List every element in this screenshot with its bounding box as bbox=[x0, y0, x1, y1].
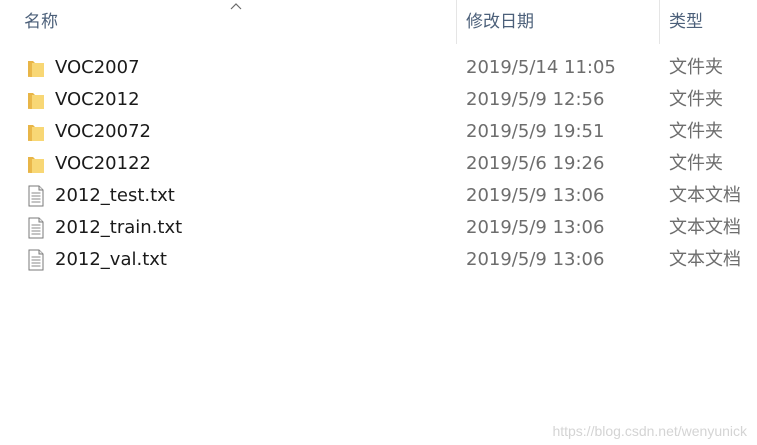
file-row[interactable]: 2012_train.txt 2019/5/9 13:06 文本文档 bbox=[0, 212, 757, 244]
watermark: https://blog.csdn.net/wenyunick bbox=[552, 423, 747, 439]
folder-icon bbox=[26, 153, 46, 175]
file-date: 2019/5/9 13:06 bbox=[466, 217, 605, 238]
file-name: 2012_train.txt bbox=[55, 217, 183, 238]
file-date: 2019/5/9 13:06 bbox=[466, 185, 605, 206]
file-type: 文本文档 bbox=[669, 185, 741, 206]
file-row[interactable]: VOC20072 2019/5/9 19:51 文件夹 bbox=[0, 116, 757, 148]
file-type: 文件夹 bbox=[669, 121, 723, 142]
column-header-date[interactable]: 修改日期 bbox=[456, 0, 659, 44]
folder-icon bbox=[26, 89, 46, 111]
folder-icon bbox=[26, 121, 46, 143]
column-header-name[interactable]: 名称 bbox=[0, 0, 456, 44]
file-date: 2019/5/6 19:26 bbox=[466, 153, 605, 174]
file-type: 文件夹 bbox=[669, 89, 723, 110]
text-file-icon bbox=[26, 185, 46, 207]
text-file-icon bbox=[26, 249, 46, 271]
file-row[interactable]: VOC20122 2019/5/6 19:26 文件夹 bbox=[0, 148, 757, 180]
file-date: 2019/5/9 13:06 bbox=[466, 249, 605, 270]
text-file-icon bbox=[26, 217, 46, 239]
file-name: VOC20122 bbox=[55, 153, 151, 174]
column-header-bar: 名称 修改日期 类型 bbox=[0, 0, 757, 44]
file-row[interactable]: VOC2012 2019/5/9 12:56 文件夹 bbox=[0, 84, 757, 116]
file-date: 2019/5/9 19:51 bbox=[466, 121, 605, 142]
file-list: VOC2007 2019/5/14 11:05 文件夹 VOC2012 2019… bbox=[0, 52, 757, 276]
file-row[interactable]: 2012_test.txt 2019/5/9 13:06 文本文档 bbox=[0, 180, 757, 212]
file-type: 文件夹 bbox=[669, 153, 723, 174]
folder-icon bbox=[26, 57, 46, 79]
file-name: VOC20072 bbox=[55, 121, 151, 142]
file-type: 文本文档 bbox=[669, 249, 741, 270]
file-name: VOC2007 bbox=[55, 57, 140, 78]
chevron-up-icon bbox=[230, 3, 242, 10]
file-name: 2012_val.txt bbox=[55, 249, 167, 270]
file-type: 文件夹 bbox=[669, 57, 723, 78]
file-date: 2019/5/14 11:05 bbox=[466, 57, 616, 78]
column-header-type[interactable]: 类型 bbox=[659, 0, 757, 44]
file-row[interactable]: VOC2007 2019/5/14 11:05 文件夹 bbox=[0, 52, 757, 84]
file-type: 文本文档 bbox=[669, 217, 741, 238]
file-row[interactable]: 2012_val.txt 2019/5/9 13:06 文本文档 bbox=[0, 244, 757, 276]
file-date: 2019/5/9 12:56 bbox=[466, 89, 605, 110]
file-name: 2012_test.txt bbox=[55, 185, 175, 206]
file-name: VOC2012 bbox=[55, 89, 140, 110]
